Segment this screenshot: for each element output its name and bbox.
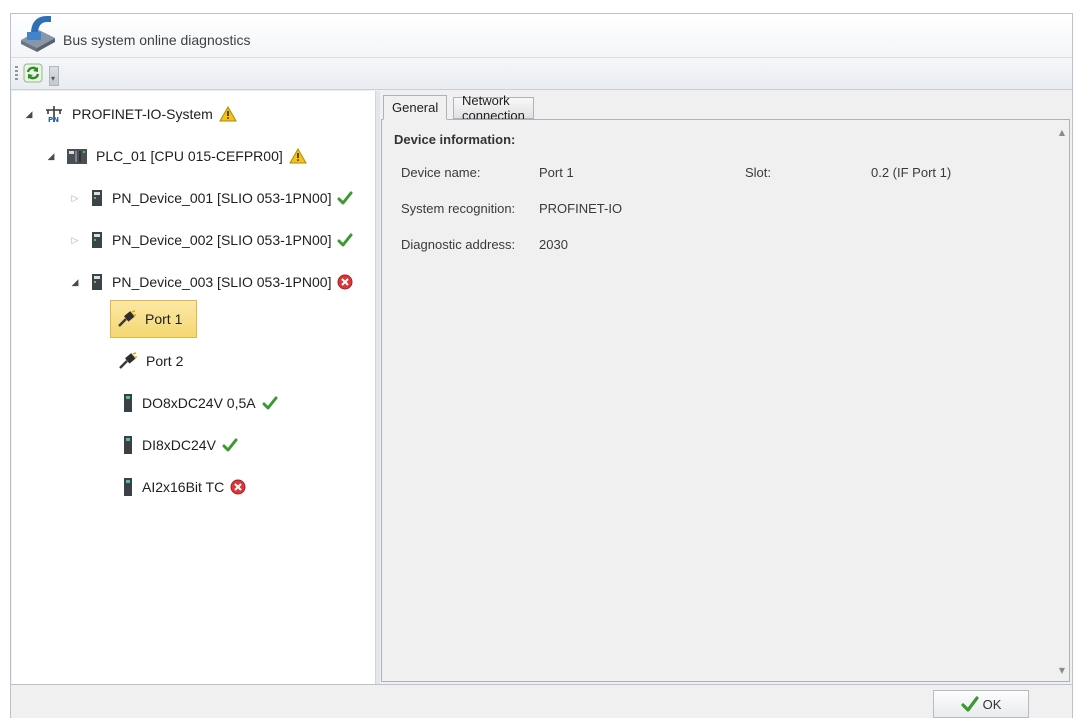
tree-node-port-2[interactable]: Port 2 [118,347,189,375]
error-icon [337,274,353,290]
tree-node-label: PN_Device_003 [SLIO 053-1PN00] [112,274,332,290]
svg-text:PN: PN [48,116,59,123]
tree-node-label: AI2x16Bit TC [142,479,225,495]
warning-icon [218,106,237,122]
ok-check-icon [337,191,353,205]
tree-node-label: PN_Device_001 [SLIO 053-1PN00] [112,190,332,206]
tree-node-label: PLC_01 [CPU 015-CEFPR00] [96,148,283,164]
ok-check-icon [960,696,979,712]
system-recognition-label: System recognition: [401,201,516,216]
details-pane: General Network connection Device inform… [380,91,1072,684]
io-device-icon [92,274,102,290]
tree-node-ai2x16bit-tc[interactable]: AI2x16Bit TC [122,473,246,501]
ok-check-icon [337,233,353,247]
toolbar-overflow-button[interactable]: ▾ [49,66,59,86]
tree-node-di8xdc24v[interactable]: DI8xDC24V [122,431,238,459]
io-device-icon [92,232,102,248]
slot-value: 0.2 (IF Port 1) [871,165,952,180]
refresh-icon [23,63,43,83]
tree-node-pn-device-002[interactable]: ▷ PN_Device_002 [SLIO 053-1PN00] [68,226,353,254]
ok-button-label: OK [982,696,1002,712]
dialog-footer: OK [11,684,1072,718]
scroll-up-icon[interactable]: ▲ [1059,128,1065,137]
tree-node-label: Port 2 [146,353,184,369]
device-tree: ◢ PN PROFINET-IO-System ◢ PLC_01 [CPU 01… [12,91,375,684]
toolbar: ▾ [11,58,1072,90]
network-icon: PN [46,106,62,123]
chevron-down-icon: ▾ [51,74,56,83]
cpu-module-icon [67,149,87,164]
scroll-down-icon[interactable]: ▼ [1059,666,1065,675]
tree-node-plc[interactable]: ◢ PLC_01 [CPU 015-CEFPR00] [44,142,307,170]
tab-general[interactable]: General [383,95,448,120]
ok-check-icon [222,438,238,452]
collapsed-arrow-icon[interactable]: ▷ [68,235,82,246]
tree-node-label: DI8xDC24V [142,437,216,453]
tree-node-port-1[interactable]: Port 1 [110,300,198,338]
tree-node-pn-device-003[interactable]: ◢ PN_Device_003 [SLIO 053-1PN00] [68,268,353,296]
tree-node-do8xdc24v[interactable]: DO8xDC24V 0,5A [122,389,278,417]
system-recognition-value: PROFINET-IO [539,201,623,216]
error-icon [230,479,246,495]
io-module-icon [124,478,132,496]
port-icon [119,352,137,369]
io-module-icon [124,394,132,412]
app-logo-icon [21,16,55,52]
tree-node-label: Port 1 [145,311,183,327]
refresh-button[interactable] [21,61,45,85]
port-icon [118,310,136,327]
ok-check-icon [262,396,278,410]
slot-label: Slot: [745,165,772,180]
diagnostics-window: Bus system online diagnostics ▾ ◢ PN PRO… [10,13,1073,718]
toolbar-grip[interactable] [15,66,18,82]
diagnostic-address-value: 2030 [539,237,568,252]
device-information-heading: Device information: [394,132,516,147]
window-title: Bus system online diagnostics [63,32,251,48]
io-device-icon [92,190,102,206]
title-bar: Bus system online diagnostics [11,14,1072,58]
expanded-arrow-icon[interactable]: ◢ [44,151,58,162]
expanded-arrow-icon[interactable]: ◢ [68,277,82,288]
diagnostic-address-label: Diagnostic address: [401,237,516,252]
ok-button[interactable]: OK [933,690,1029,718]
device-name-label: Device name: [401,165,481,180]
warning-icon [288,148,307,164]
collapsed-arrow-icon[interactable]: ▷ [68,193,82,204]
tree-node-profinet-system[interactable]: ◢ PN PROFINET-IO-System [22,100,237,128]
tree-node-label: DO8xDC24V 0,5A [142,395,256,411]
general-panel: Device information: Device name: Port 1 … [381,119,1070,682]
tree-node-label: PN_Device_002 [SLIO 053-1PN00] [112,232,332,248]
expanded-arrow-icon[interactable]: ◢ [22,109,36,120]
tree-node-pn-device-001[interactable]: ▷ PN_Device_001 [SLIO 053-1PN00] [68,184,353,212]
device-name-value: Port 1 [539,165,574,180]
tree-node-label: PROFINET-IO-System [72,106,213,122]
tab-network-connection[interactable]: Network connection [453,93,534,123]
io-module-icon [124,436,132,454]
